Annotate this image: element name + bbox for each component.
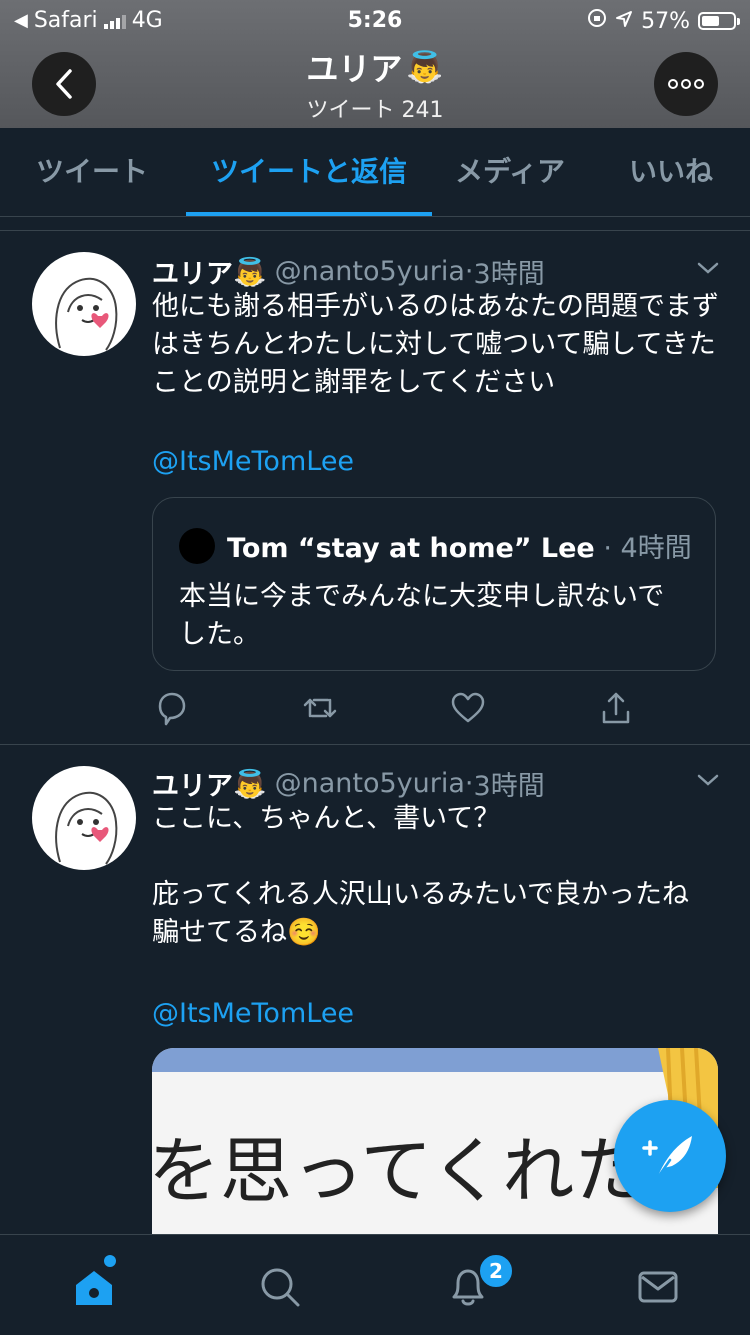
- tweet-handle[interactable]: @nanto5yuria: [275, 256, 465, 287]
- tab-media[interactable]: メディア: [440, 128, 580, 216]
- quoted-avatar: [179, 528, 215, 564]
- active-tab-indicator: [186, 212, 432, 216]
- battery-fill: [702, 16, 720, 26]
- more-options-button[interactable]: [654, 52, 718, 116]
- more-icon: [668, 79, 704, 89]
- tweet-author-name[interactable]: ユリア: [152, 252, 233, 291]
- home-new-indicator: [104, 1255, 116, 1267]
- messages-envelope-icon[interactable]: [636, 1265, 680, 1309]
- tab-tweets-and-replies[interactable]: ツイートと返信: [186, 128, 432, 216]
- section-divider: [0, 230, 750, 231]
- angel-emoji-icon: 👼: [233, 768, 267, 800]
- tweet-text: ここに、ちゃんと、書いて？ 庇ってくれる人沢山いるみたいで良かったね 騙せてるね…: [152, 803, 690, 948]
- tweet-time: 3時間: [473, 259, 545, 290]
- bottom-navigation: 2: [0, 1234, 750, 1335]
- compose-tweet-button[interactable]: [614, 1100, 726, 1212]
- tweet-header: ユリア 👼 @nanto5yuria · 3時間: [152, 252, 545, 291]
- tab-likes[interactable]: いいね: [606, 128, 736, 216]
- quoted-author-name: Tom “stay at home” Lee: [227, 533, 595, 564]
- separator-dot: ·: [603, 533, 612, 564]
- avatar[interactable]: [32, 252, 136, 356]
- compose-feather-icon: [642, 1136, 692, 1182]
- tweet-author-name[interactable]: ユリア: [152, 764, 233, 803]
- tweet-time: 3時間: [473, 771, 545, 802]
- chevron-down-icon[interactable]: [696, 768, 720, 792]
- share-icon[interactable]: [596, 688, 636, 728]
- profile-header-bar: ◀ Safari 4G 5:26 57% ユリア 👼 ツイート 241: [0, 0, 750, 128]
- angel-emoji-icon: 👼: [233, 256, 267, 288]
- search-icon[interactable]: [258, 1265, 302, 1309]
- notifications-badge: 2: [478, 1253, 514, 1289]
- tweet-handle[interactable]: @nanto5yuria: [275, 768, 465, 799]
- tweet-text: 他にも謝る相手がいるのはあなたの問題でまずはきちんとわたしに対して嘘ついて騙して…: [152, 291, 719, 398]
- quoted-time: 4時間: [620, 533, 692, 564]
- rotation-lock-icon: [587, 8, 607, 34]
- battery-icon: [698, 12, 740, 30]
- tab-tweets[interactable]: ツイート: [12, 128, 172, 216]
- avatar-drawing-icon: [55, 791, 118, 865]
- quoted-text: 本当に今までみんなに大変申し訳ないでした。: [179, 581, 665, 650]
- separator-dot: ·: [464, 256, 474, 287]
- tweet-header: ユリア 👼 @nanto5yuria · 3時間: [152, 764, 545, 803]
- profile-name: ユリア: [306, 50, 403, 88]
- battery-percent: 57%: [641, 8, 690, 34]
- chevron-down-icon[interactable]: [696, 256, 720, 280]
- home-icon[interactable]: [72, 1265, 116, 1309]
- status-bar: ◀ Safari 4G 5:26 57%: [0, 0, 750, 40]
- tweet-divider: [0, 744, 750, 745]
- separator-dot: ·: [464, 768, 474, 799]
- tweet-mention-link[interactable]: @ItsMeTomLee: [152, 446, 354, 477]
- tweet-count: ツイート 241: [306, 98, 444, 123]
- profile-tabs: ツイート ツイートと返信 メディア いいね: [0, 128, 750, 217]
- quoted-tweet[interactable]: Tom “stay at home” Lee · 4時間 本当に今までみんなに大…: [152, 497, 716, 671]
- reply-icon[interactable]: [152, 688, 192, 728]
- location-icon: [615, 9, 633, 34]
- angel-emoji-icon: 👼: [406, 49, 444, 85]
- status-right: 57%: [587, 8, 740, 34]
- media-text: を思ってくれた: [152, 1129, 647, 1213]
- like-heart-icon[interactable]: [448, 688, 488, 728]
- retweet-icon[interactable]: [300, 688, 340, 728]
- tweet-actions: [152, 688, 652, 728]
- tweet-mention-link[interactable]: @ItsMeTomLee: [152, 998, 354, 1029]
- profile-title: ユリア 👼 ツイート 241: [0, 44, 750, 124]
- avatar-drawing-icon: [55, 277, 118, 351]
- avatar[interactable]: [32, 766, 136, 870]
